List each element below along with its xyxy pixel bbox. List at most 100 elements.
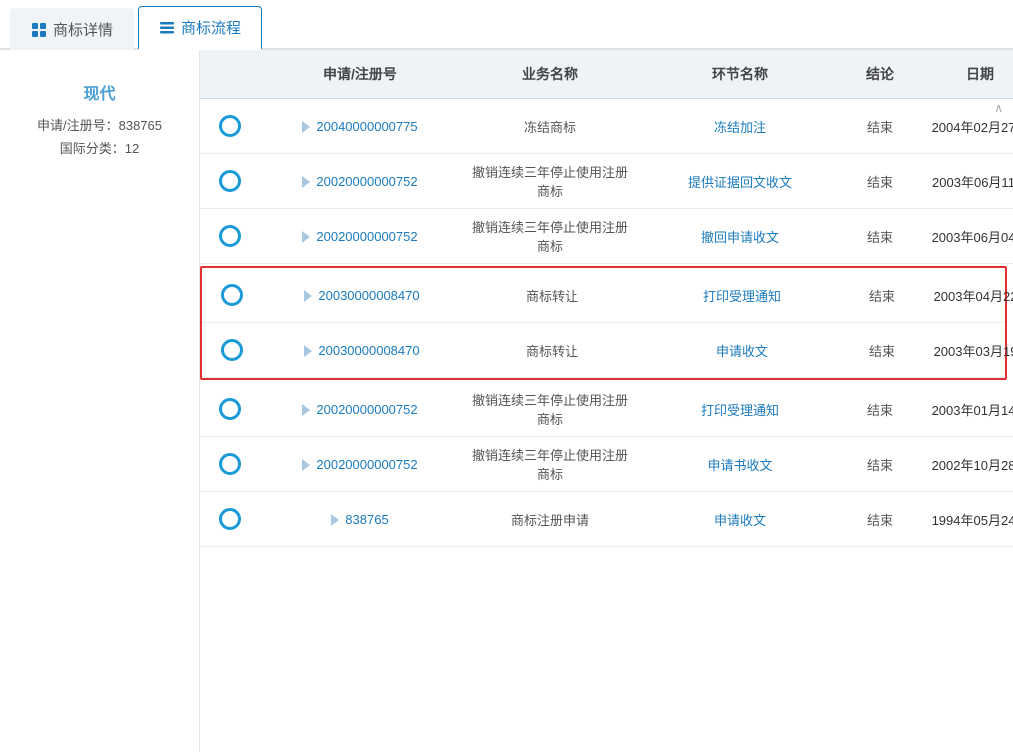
cell-stage: 打印受理通知 (640, 392, 840, 427)
table-area: 申请/注册号 业务名称 环节名称 结论 日期 ∧ 20040000000775 冻… (200, 50, 1013, 752)
table-row[interactable]: 20020000000752撤销连续三年停止使用注册商标打印受理通知结束2003… (200, 382, 1013, 437)
cell-conclusion: 结束 (840, 164, 920, 199)
header-stage: 环节名称 (640, 60, 840, 88)
cell-reg-num[interactable]: 20020000000752 (260, 166, 460, 197)
cell-reg-num[interactable]: 20030000008470 (262, 335, 462, 366)
table-row[interactable]: 20020000000752 撤销连续三年停止使用注册商标撤回申请收文结束2003… (200, 209, 1013, 264)
row-arrow-icon (302, 231, 310, 243)
cell-reg-num[interactable]: 838765 (260, 504, 460, 535)
row-circle-col (200, 217, 260, 255)
cell-business: 撤销连续三年停止使用注册商标 (460, 437, 640, 491)
header-date: 日期 (920, 60, 1013, 88)
circle-icon (219, 398, 241, 420)
cell-date: 2003年01月14日 (920, 392, 1013, 427)
cell-conclusion: 结束 (842, 333, 922, 368)
cell-reg-num[interactable]: 20040000000775 (260, 111, 460, 142)
highlighted-group: 20030000008470商标转让打印受理通知结束2003年04月22日200… (200, 266, 1007, 380)
cell-reg-num[interactable]: 20020000000752 (260, 394, 460, 425)
cell-reg-num[interactable]: 20030000008470 (262, 280, 462, 311)
table-icon (31, 22, 47, 38)
row-arrow-icon (302, 121, 310, 133)
table-row[interactable]: 20030000008470商标转让打印受理通知结束2003年04月22日 (202, 268, 1005, 323)
table-body: ∧ 20040000000775冻结商标冻结加注结束2004年02月27日200… (200, 99, 1013, 752)
row-circle-col (200, 390, 260, 428)
cell-reg-num[interactable]: 20020000000752 (260, 449, 460, 480)
cell-business: 商标转让 (462, 278, 642, 313)
list-icon (159, 20, 175, 36)
row-circle-col (200, 162, 260, 200)
row-arrow-icon (302, 176, 310, 188)
cell-business: 冻结商标 (460, 109, 640, 144)
circle-icon (219, 170, 241, 192)
reg-num-text: 20030000008470 (318, 288, 419, 303)
reg-num-text: 20020000000752 (316, 457, 417, 472)
tab-detail-label: 商标详情 (53, 19, 113, 40)
cell-stage: 打印受理通知 (642, 278, 842, 313)
row-arrow-icon (304, 345, 312, 357)
cell-conclusion: 结束 (840, 109, 920, 144)
cell-date: 2002年10月28日 (920, 447, 1013, 482)
circle-icon (221, 284, 243, 306)
scroll-up-indicator: ∧ (994, 101, 1003, 115)
sidebar: 现代 申请/注册号：838765 国际分类：12 (0, 50, 200, 752)
cell-stage: 申请书收文 (640, 447, 840, 482)
circle-icon (219, 508, 241, 530)
cell-stage: 提供证据回文收文 (640, 164, 840, 199)
circle-icon (219, 115, 241, 137)
row-circle-col (200, 445, 260, 483)
row-arrow-icon (331, 514, 339, 526)
reg-num-text: 20020000000752 (316, 174, 417, 189)
table-row[interactable]: 20020000000752撤销连续三年停止使用注册商标提供证据回文收文结束20… (200, 154, 1013, 209)
cell-conclusion: 结束 (840, 447, 920, 482)
tab-flow-label: 商标流程 (181, 17, 241, 38)
circle-icon (221, 339, 243, 361)
tab-detail[interactable]: 商标详情 (10, 8, 134, 50)
table-row[interactable]: 20030000008470商标转让申请收文结束2003年03月19日 (202, 323, 1005, 378)
cell-date: 2003年04月22日 (922, 278, 1013, 313)
cell-conclusion: 结束 (840, 502, 920, 537)
cell-date: 2003年03月19日 (922, 333, 1013, 368)
row-circle-col (202, 276, 262, 314)
app-container: 商标详情 商标流程 现代 申请/注册号：838765 国际分类：12 (0, 0, 1013, 752)
circle-icon (219, 453, 241, 475)
header-conclusion: 结论 (840, 60, 920, 88)
cell-date: 2003年06月04日 (920, 219, 1013, 254)
reg-num-text: 20020000000752 (316, 402, 417, 417)
cell-business: 撤销连续三年停止使用注册商标 (460, 382, 640, 436)
row-arrow-icon (304, 290, 312, 302)
reg-num-text: 20040000000775 (316, 119, 417, 134)
table-row[interactable]: 20020000000752 撤销连续三年停止使用注册商标申请书收文结束2002年… (200, 437, 1013, 492)
cell-business: 撤销连续三年停止使用注册商标 (460, 209, 640, 263)
cell-business: 商标注册申请 (460, 502, 640, 537)
row-arrow-icon (302, 459, 310, 471)
sidebar-intl-class: 国际分类：12 (60, 137, 139, 160)
cell-conclusion: 结束 (840, 219, 920, 254)
sidebar-app-num: 申请/注册号：838765 (37, 114, 162, 137)
reg-num-text: 838765 (345, 512, 388, 527)
row-circle-col (200, 107, 260, 145)
cell-stage: 申请收文 (642, 333, 842, 368)
header-reg-num: 申请/注册号 (260, 60, 460, 88)
row-arrow-icon (302, 404, 310, 416)
header-business: 业务名称 (460, 60, 640, 88)
header-empty-circle (200, 60, 260, 88)
row-circle-col (202, 331, 262, 369)
cell-stage: 撤回申请收文 (640, 219, 840, 254)
table-row[interactable]: 838765商标注册申请申请收文结束1994年05月24日 (200, 492, 1013, 547)
reg-num-text: 20020000000752 (316, 229, 417, 244)
table-header: 申请/注册号 业务名称 环节名称 结论 日期 (200, 50, 1013, 99)
cell-reg-num[interactable]: 20020000000752 (260, 221, 460, 252)
cell-stage: 申请收文 (640, 502, 840, 537)
main-content: 现代 申请/注册号：838765 国际分类：12 申请/注册号 业务名称 环节名… (0, 50, 1013, 752)
cell-conclusion: 结束 (842, 278, 922, 313)
tab-bar: 商标详情 商标流程 (0, 0, 1013, 50)
table-row[interactable]: 20040000000775冻结商标冻结加注结束2004年02月27日 (200, 99, 1013, 154)
cell-stage: 冻结加注 (640, 109, 840, 144)
circle-icon (219, 225, 241, 247)
sidebar-trademark-name: 现代 (83, 80, 115, 104)
cell-business: 商标转让 (462, 333, 642, 368)
cell-date: 2003年06月11日 (920, 164, 1013, 199)
reg-num-text: 20030000008470 (318, 343, 419, 358)
tab-flow[interactable]: 商标流程 (138, 6, 262, 50)
row-circle-col (200, 500, 260, 538)
